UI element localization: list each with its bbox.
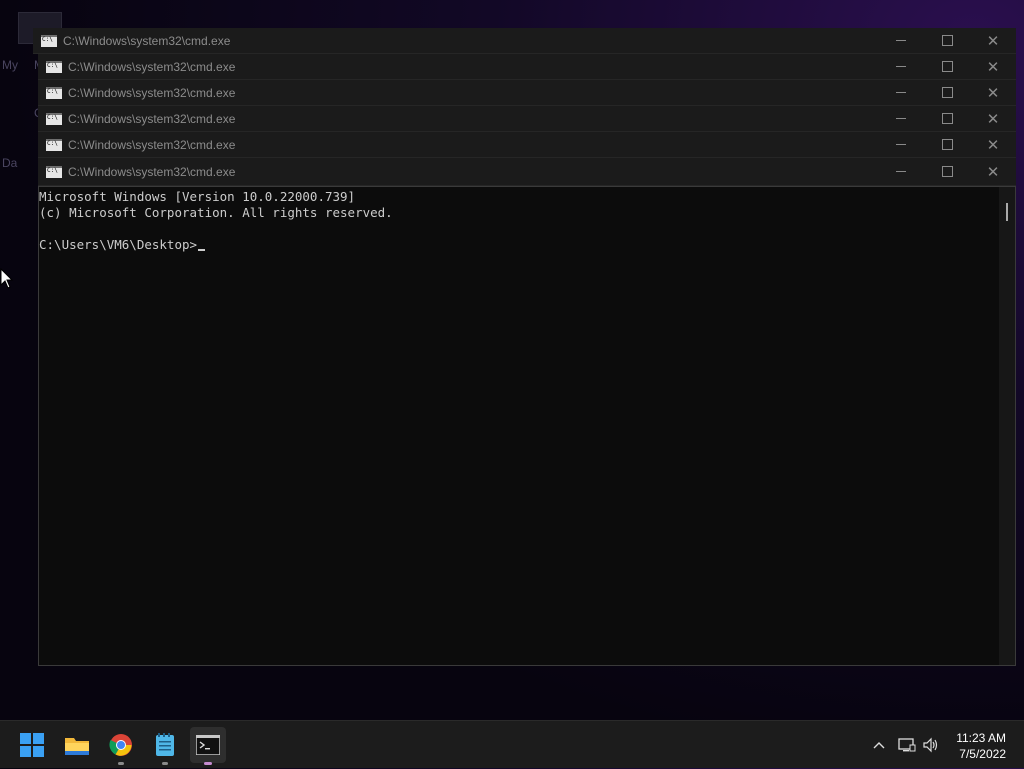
minimize-button[interactable] <box>878 80 924 106</box>
close-button[interactable]: ✕ <box>970 132 1016 158</box>
folder-icon <box>65 738 89 755</box>
window-title: C:\Windows\system32\cmd.exe <box>68 85 236 100</box>
cmd-icon <box>46 112 62 125</box>
cmd-window-titlebar[interactable]: C:\Windows\system32\cmd.exe ✕ <box>38 132 1016 158</box>
cmd-window-titlebar[interactable]: C:\Windows\system32\cmd.exe ✕ <box>38 54 1016 80</box>
cmd-icon <box>46 60 62 73</box>
clock[interactable]: 11:23 AM 7/5/2022 <box>956 730 1006 762</box>
maximize-button[interactable] <box>924 132 970 158</box>
text-cursor <box>198 249 206 251</box>
windows-logo-icon <box>20 733 44 757</box>
volume-button[interactable] <box>918 721 944 769</box>
running-indicator <box>118 762 124 765</box>
close-button[interactable]: ✕ <box>970 28 1016 54</box>
cmd-window-titlebar-active[interactable]: C:\Windows\system32\cmd.exe ✕ <box>38 158 1016 186</box>
cmd-icon <box>46 138 62 151</box>
chrome-icon <box>109 734 132 756</box>
terminal-icon <box>196 735 220 755</box>
clock-date: 7/5/2022 <box>959 747 1006 761</box>
maximize-button[interactable] <box>924 159 970 185</box>
close-button[interactable]: ✕ <box>970 106 1016 132</box>
window-title: C:\Windows\system32\cmd.exe <box>68 137 236 152</box>
console-prompt-line[interactable]: C:\Users\VM6\Desktop> <box>39 237 206 252</box>
cmd-icon <box>46 86 62 99</box>
start-button[interactable] <box>14 727 50 763</box>
cmd-window-titlebar[interactable]: C:\Windows\system32\cmd.exe ✕ <box>38 80 1016 106</box>
console-prompt: C:\Users\VM6\Desktop> <box>39 237 198 252</box>
chevron-up-icon <box>873 742 885 749</box>
console-scrollbar[interactable] <box>999 187 1015 665</box>
desktop-label-fragment: My <box>2 58 18 72</box>
close-button[interactable]: ✕ <box>970 159 1016 185</box>
notepad-icon <box>156 733 174 756</box>
minimize-button[interactable] <box>878 28 924 54</box>
active-indicator <box>204 762 212 765</box>
maximize-button[interactable] <box>924 106 970 132</box>
console-line: Microsoft Windows [Version 10.0.22000.73… <box>39 189 356 204</box>
window-title: C:\Windows\system32\cmd.exe <box>68 164 236 179</box>
maximize-button[interactable] <box>924 80 970 106</box>
close-button[interactable]: ✕ <box>970 54 1016 80</box>
minimize-button[interactable] <box>878 132 924 158</box>
minimize-button[interactable] <box>878 54 924 80</box>
minimize-button[interactable] <box>878 106 924 132</box>
maximize-button[interactable] <box>924 54 970 80</box>
desktop-label-fragment: Da <box>2 156 18 170</box>
file-explorer-button[interactable] <box>59 727 95 763</box>
cmd-icon <box>41 34 57 47</box>
cmd-icon <box>46 165 62 178</box>
minimize-button[interactable] <box>878 159 924 185</box>
clock-time: 11:23 AM <box>956 731 1006 745</box>
running-indicator <box>162 762 168 765</box>
command-prompt-button[interactable] <box>190 727 226 765</box>
network-icon <box>898 738 916 752</box>
network-button[interactable] <box>894 721 920 769</box>
notepad-button[interactable] <box>147 727 183 765</box>
show-hidden-icons-button[interactable] <box>866 721 892 769</box>
maximize-button[interactable] <box>924 28 970 54</box>
window-title: C:\Windows\system32\cmd.exe <box>68 111 236 126</box>
cmd-window-titlebar[interactable]: C:\Windows\system32\cmd.exe ✕ <box>38 106 1016 132</box>
mouse-pointer-icon <box>0 268 14 289</box>
chrome-button[interactable] <box>103 727 139 765</box>
scrollbar-thumb[interactable] <box>1006 203 1008 221</box>
close-button[interactable]: ✕ <box>970 80 1016 106</box>
window-title: C:\Windows\system32\cmd.exe <box>68 59 236 74</box>
volume-icon <box>923 737 938 753</box>
cmd-window-titlebar[interactable]: C:\Windows\system32\cmd.exe ✕ <box>33 28 1016 54</box>
window-title: C:\Windows\system32\cmd.exe <box>63 33 231 48</box>
taskbar: 11:23 AM 7/5/2022 <box>0 720 1024 768</box>
console-output[interactable]: Microsoft Windows [Version 10.0.22000.73… <box>38 186 1016 666</box>
console-line: (c) Microsoft Corporation. All rights re… <box>39 205 393 220</box>
